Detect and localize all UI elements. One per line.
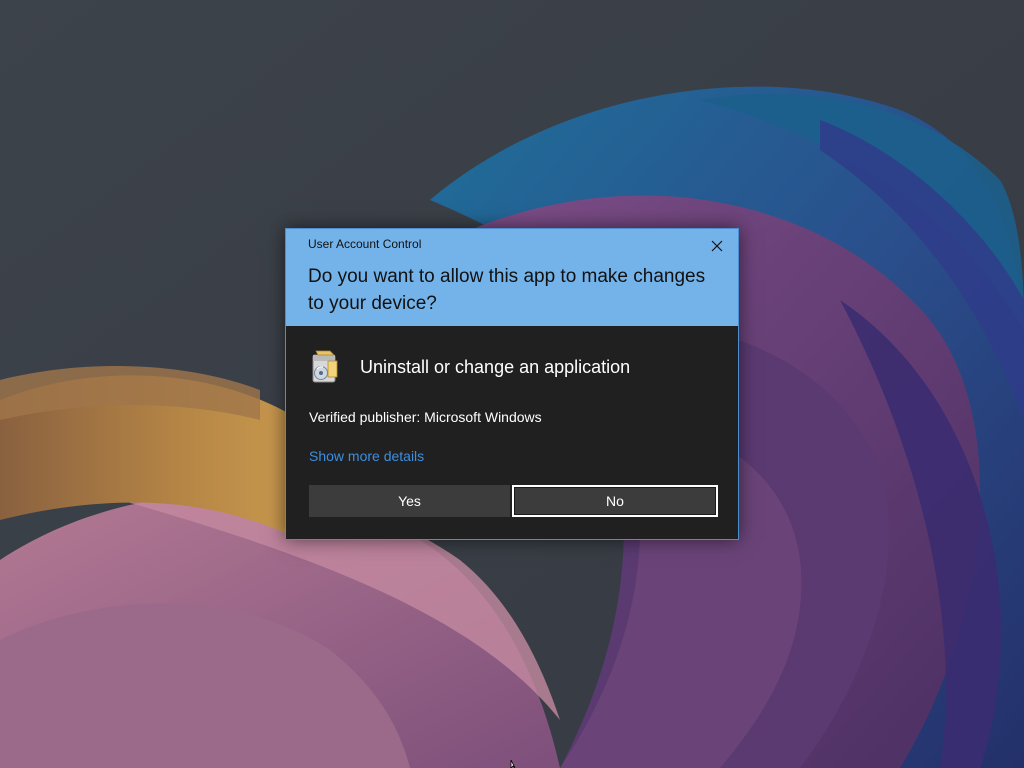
app-name: Uninstall or change an application	[360, 356, 631, 377]
program-installer-icon	[312, 350, 338, 383]
mouse-cursor-icon	[510, 760, 516, 768]
prompt-question: Do you want to allow this app to make ch…	[308, 266, 706, 314]
uac-header: User Account Control Do you want to allo…	[286, 229, 738, 326]
app-info-row: Uninstall or change an application	[308, 349, 630, 385]
window-title: User Account Control	[308, 237, 422, 251]
verified-publisher: Verified publisher: Microsoft Windows	[309, 409, 542, 425]
close-icon	[711, 240, 723, 252]
no-button[interactable]: No	[512, 485, 718, 517]
close-button[interactable]	[706, 235, 728, 257]
uac-dialog: User Account Control Do you want to allo…	[285, 228, 739, 540]
desktop: User Account Control Do you want to allo…	[0, 0, 1024, 768]
show-more-details-link[interactable]: Show more details	[309, 448, 424, 464]
yes-button[interactable]: Yes	[309, 485, 510, 517]
